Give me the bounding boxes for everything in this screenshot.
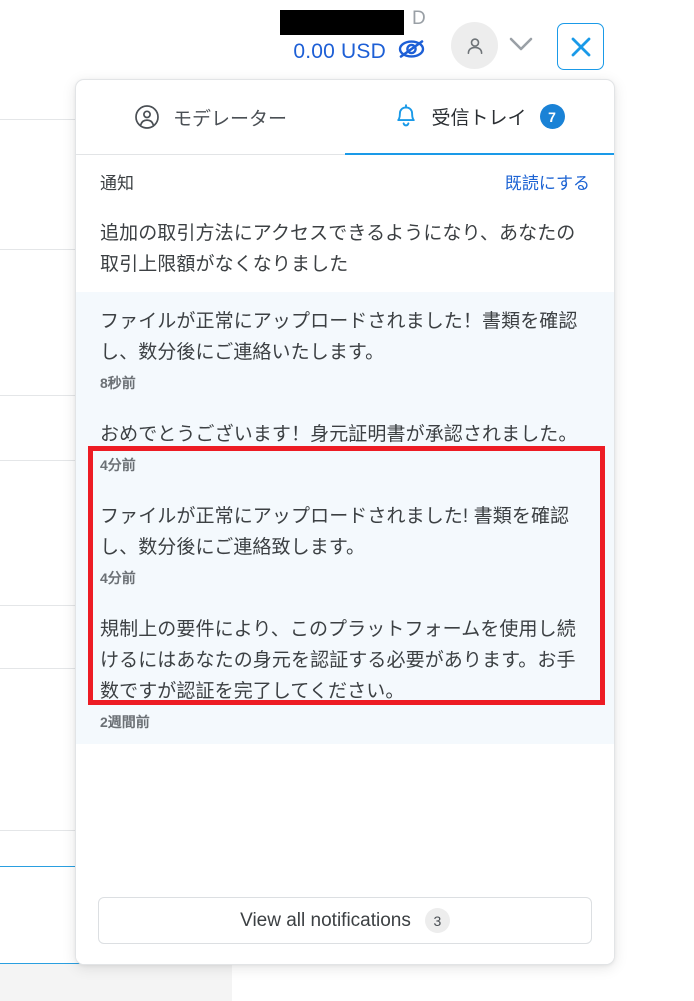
balance-value-row: 0.00 USD <box>236 37 426 66</box>
notifications-title: 通知 <box>100 174 134 193</box>
person-circle-icon <box>134 104 160 130</box>
notification-timestamp: 4分前 <box>100 570 136 586</box>
tab-inbox-label: 受信トレイ <box>431 108 527 129</box>
notifications-footer: View all notifications 3 <box>76 884 614 964</box>
notifications-list: 追加の取引方法にアクセスできるようになり、あなたの取引上限額がなくなりました フ… <box>76 204 614 884</box>
notification-text: ファイルが正常にアップロードされました！書類を確認し、数分後にご連絡いたします。 <box>100 311 578 363</box>
view-all-label: View all notifications <box>240 909 411 931</box>
close-icon <box>571 37 590 56</box>
balance-currency-suffix: D <box>411 8 426 29</box>
notification-item[interactable]: 追加の取引方法にアクセスできるようになり、あなたの取引上限額がなくなりました <box>76 204 614 292</box>
mark-all-read-link[interactable]: 既読にする <box>505 169 590 194</box>
notification-text: おめでとうございます！身元証明書が承認されました。 <box>100 424 578 445</box>
notification-item[interactable]: ファイルが正常にアップロードされました！書類を確認し、数分後にご連絡いたします。… <box>76 292 614 405</box>
tab-inbox-badge: 7 <box>539 104 565 129</box>
bell-icon <box>394 103 418 130</box>
notification-item[interactable]: ファイルが正常にアップロードされました! 書類を確認し、数分後にご連絡致します。… <box>76 487 614 600</box>
top-header: D 0.00 USD <box>0 0 694 80</box>
view-all-count-badge: 3 <box>424 908 450 933</box>
notification-timestamp: 4分前 <box>100 457 136 473</box>
notification-text: ファイルが正常にアップロードされました! 書類を確認し、数分後にご連絡致します。 <box>100 506 570 558</box>
dropdown-tabs: モデレーター 受信トレイ 7 <box>76 80 614 155</box>
notification-text: 規制上の要件により、このプラットフォームを使用し続けるにはあなたの身元を認証する… <box>100 619 576 702</box>
avatar[interactable] <box>451 22 498 69</box>
notification-item[interactable]: おめでとうございます！身元証明書が承認されました。 4分前 <box>76 405 614 487</box>
tab-moderator-label: モデレーター <box>172 108 287 130</box>
close-button[interactable] <box>557 23 604 70</box>
chevron-down-icon[interactable] <box>508 34 534 54</box>
view-all-notifications-button[interactable]: View all notifications 3 <box>98 897 592 944</box>
notification-timestamp: 8秒前 <box>100 375 136 391</box>
redaction-bar <box>280 10 404 35</box>
notifications-dropdown: モデレーター 受信トレイ 7 通知 既読にする 追加の取引方法にアクセスできるよ… <box>75 79 615 965</box>
notification-item[interactable]: 規制上の要件により、このプラットフォームを使用し続けるにはあなたの身元を認証する… <box>76 600 614 744</box>
notification-text: 追加の取引方法にアクセスできるようになり、あなたの取引上限額がなくなりました <box>100 223 576 275</box>
balance-block: D 0.00 USD <box>236 8 426 66</box>
balance-label-row: D <box>236 8 426 35</box>
tab-inbox[interactable]: 受信トレイ 7 <box>345 80 614 155</box>
tab-moderator[interactable]: モデレーター <box>76 80 345 155</box>
background-footer-strip <box>0 964 232 1001</box>
eye-off-icon[interactable] <box>397 37 426 66</box>
person-icon <box>467 37 482 54</box>
balance-amount: 0.00 USD <box>293 39 386 63</box>
notifications-list-header: 通知 既読にする <box>76 155 614 204</box>
notification-timestamp: 2週間前 <box>100 714 150 730</box>
